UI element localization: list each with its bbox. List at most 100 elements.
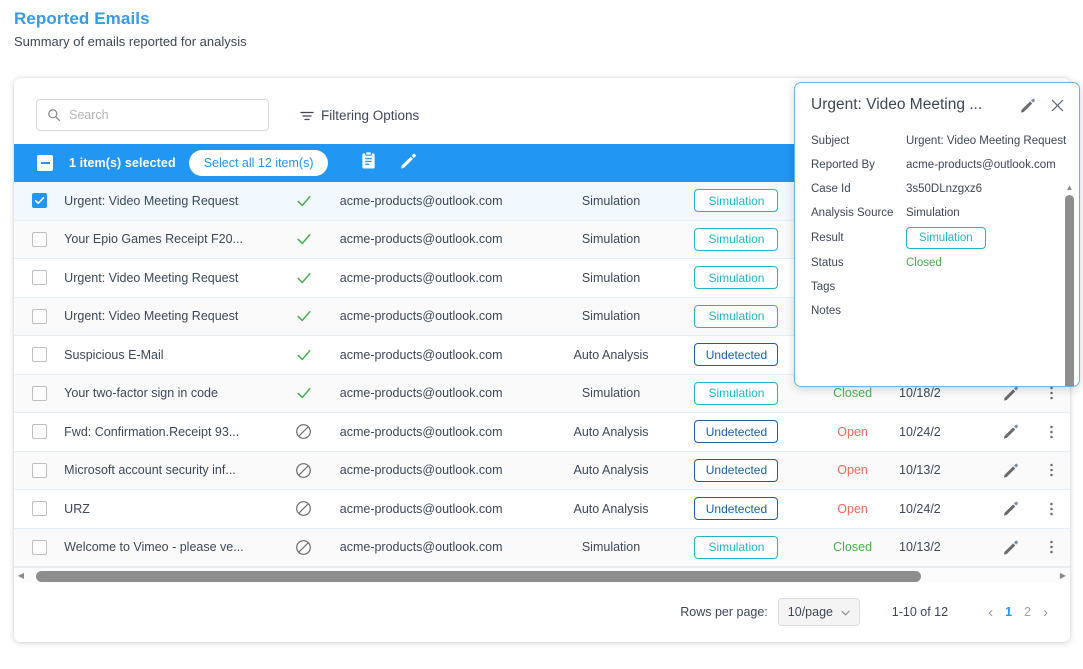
close-icon[interactable] — [1050, 98, 1065, 118]
row-subject: Suspicious E-Mail — [64, 347, 164, 362]
row-checkbox[interactable] — [31, 270, 47, 286]
detail-field-value: Simulation — [906, 207, 960, 219]
row-checkbox-cell[interactable] — [14, 385, 64, 401]
row-result-badge: Simulation — [694, 535, 779, 559]
detail-field: Result Simulation — [811, 225, 1079, 251]
row-edit-button[interactable] — [988, 385, 1033, 402]
row-analysis-source: Simulation — [581, 270, 641, 285]
minus-checkbox-icon[interactable] — [37, 155, 53, 171]
row-checkbox[interactable] — [31, 308, 47, 324]
row-edit-button[interactable] — [988, 500, 1033, 517]
row-result-cell: Simulation — [667, 227, 806, 251]
check-icon — [267, 231, 339, 247]
row-more-menu-button[interactable] — [1033, 462, 1070, 478]
row-result-badge: Simulation — [694, 304, 779, 328]
row-checkbox-cell[interactable] — [14, 347, 64, 363]
rows-per-page-label: Rows per page: — [680, 605, 768, 619]
detail-scrollbar-thumb[interactable] — [1065, 195, 1074, 386]
row-subject: Urgent: Video Meeting Request — [64, 270, 239, 285]
rows-per-page-select[interactable]: 10/page — [777, 598, 860, 626]
row-checkbox[interactable] — [31, 231, 47, 247]
table-row[interactable]: URZ acme-products@outlook.com Auto Analysi… — [14, 490, 1070, 529]
search-input[interactable]: Search — [36, 99, 269, 131]
page-button-2[interactable]: 2 — [1024, 605, 1031, 619]
row-analysis-source: Simulation — [581, 232, 641, 247]
filtering-options-label: Filtering Options — [321, 108, 420, 123]
scrollbar-track[interactable] — [28, 570, 1056, 582]
detail-panel-title: Urgent: Video Meeting ... — [811, 96, 983, 113]
row-result-badge: Simulation — [694, 189, 779, 213]
row-checkbox-cell[interactable] — [14, 462, 64, 478]
row-checkbox-cell[interactable] — [14, 501, 64, 517]
detail-field-badge: Simulation — [906, 227, 986, 249]
row-checkbox[interactable] — [31, 347, 47, 363]
row-reported-by: acme-products@outlook.com — [339, 501, 503, 516]
row-checkbox[interactable] — [31, 462, 47, 478]
row-checkbox-cell[interactable] — [14, 424, 64, 440]
detail-field-value: 3s50DLnzgxz6 — [906, 183, 983, 195]
row-more-menu-button[interactable] — [1033, 424, 1070, 440]
detail-field: Analysis Source Simulation — [811, 201, 1079, 225]
row-checkbox-cell[interactable] — [14, 539, 64, 555]
check-icon — [267, 270, 339, 286]
result-range-label: 1-10 of 12 — [891, 605, 949, 619]
row-edit-button[interactable] — [988, 462, 1033, 479]
scroll-right-arrow-icon[interactable]: ▶ — [1056, 571, 1070, 580]
row-checkbox[interactable] — [31, 501, 47, 517]
search-placeholder: Search — [69, 108, 109, 122]
row-status: Open — [837, 501, 868, 516]
detail-field-label: Subject — [811, 135, 850, 147]
check-icon — [267, 385, 339, 401]
horizontal-scrollbar[interactable]: ◀ ▶ — [14, 567, 1070, 583]
row-checkbox-cell[interactable] — [14, 270, 64, 286]
row-result-cell: Undetected — [667, 420, 806, 444]
row-analysis-source: Simulation — [581, 540, 641, 555]
scroll-left-arrow-icon[interactable]: ◀ — [14, 571, 28, 580]
check-icon — [267, 193, 339, 209]
row-checkbox[interactable] — [31, 424, 47, 440]
row-date: 10/24/2 — [899, 501, 941, 516]
detail-panel-scrollbar[interactable]: ▲ ▼ — [1063, 183, 1076, 386]
row-reported-by: acme-products@outlook.com — [339, 193, 503, 208]
row-more-menu-button[interactable] — [1033, 539, 1070, 555]
email-detail-panel: Urgent: Video Meeting ... Subject Urgent:… — [794, 82, 1080, 387]
app-root: Reported Emails Summary of emails report… — [0, 0, 1083, 669]
pencil-icon[interactable] — [1019, 97, 1036, 119]
search-icon — [47, 108, 61, 122]
row-result-cell: Simulation — [667, 304, 806, 328]
row-more-menu-button[interactable] — [1033, 385, 1070, 401]
chevron-left-icon[interactable]: ‹ — [988, 604, 993, 621]
row-analysis-source: Simulation — [581, 386, 641, 401]
row-checkbox[interactable] — [31, 385, 47, 401]
clipboard-icon[interactable] — [360, 151, 377, 175]
scroll-up-arrow-icon[interactable]: ▲ — [1063, 183, 1076, 193]
row-reported-by: acme-products@outlook.com — [339, 270, 503, 285]
row-checkbox-cell[interactable] — [14, 193, 64, 209]
scrollbar-thumb[interactable] — [36, 570, 921, 582]
row-result-badge: Undetected — [694, 420, 779, 444]
check-icon — [267, 347, 339, 363]
row-more-menu-button[interactable] — [1033, 501, 1070, 517]
row-checkbox[interactable] — [31, 539, 47, 555]
chevron-right-icon[interactable]: › — [1043, 604, 1048, 621]
row-result-cell: Simulation — [667, 381, 806, 405]
row-checkbox[interactable] — [31, 193, 47, 209]
row-checkbox-cell[interactable] — [14, 231, 64, 247]
table-row[interactable]: Fwd: Confirmation.Receipt 93... acme-prod… — [14, 413, 1070, 452]
table-row[interactable]: Welcome to Vimeo - please ve... acme-prod… — [14, 528, 1070, 567]
row-result-badge: Undetected — [694, 458, 779, 482]
row-checkbox-cell[interactable] — [14, 308, 64, 324]
rows-per-page-value: 10/page — [787, 605, 833, 619]
detail-field-value: Closed — [906, 257, 942, 269]
row-analysis-source: Auto Analysis — [573, 347, 649, 362]
filtering-options-button[interactable]: Filtering Options — [300, 108, 419, 123]
row-result-cell: Simulation — [667, 535, 806, 559]
detail-field: Subject Urgent: Video Meeting Request — [811, 129, 1079, 153]
row-edit-button[interactable] — [988, 539, 1033, 556]
table-row[interactable]: Microsoft account security inf... acme-pr… — [14, 451, 1070, 490]
page-button-1[interactable]: 1 — [1005, 605, 1012, 619]
detail-field-label: Tags — [811, 281, 836, 293]
select-all-button[interactable]: Select all 12 item(s) — [188, 150, 329, 176]
row-edit-button[interactable] — [988, 423, 1033, 440]
pencil-icon[interactable] — [399, 152, 417, 175]
